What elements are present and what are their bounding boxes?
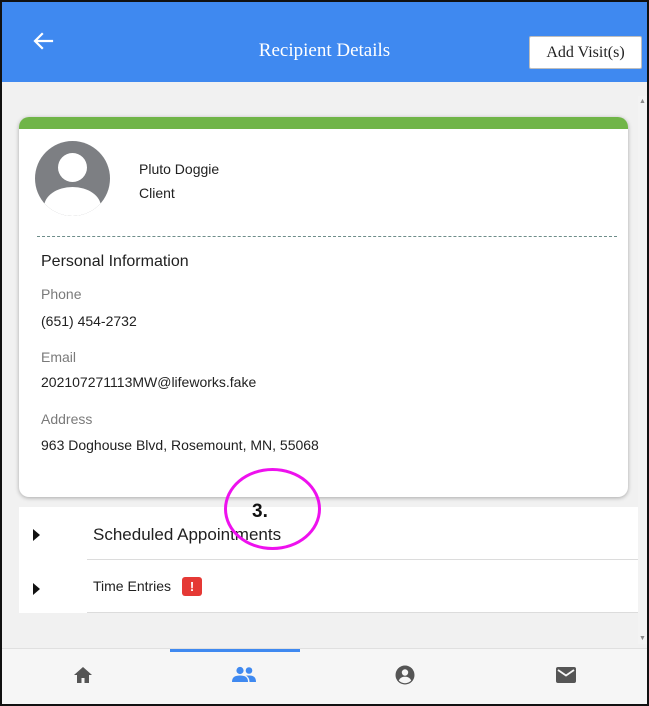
bottom-nav bbox=[2, 648, 647, 704]
scroll-down-icon[interactable]: ▼ bbox=[639, 635, 646, 642]
phone-label: Phone bbox=[41, 286, 82, 302]
annotation-label: 3. bbox=[252, 501, 268, 522]
home-icon bbox=[73, 666, 93, 689]
address-label: Address bbox=[41, 411, 93, 427]
scroll-up-icon[interactable]: ▲ bbox=[639, 98, 646, 105]
nav-people[interactable] bbox=[163, 649, 324, 704]
scheduled-appointments-row[interactable]: Scheduled Appointments bbox=[19, 507, 638, 559]
card-accent-bar bbox=[19, 117, 628, 129]
personal-info-heading: Personal Information bbox=[41, 253, 189, 270]
app-header: Recipient Details Add Visit(s) bbox=[2, 2, 647, 82]
annotation-circle bbox=[224, 468, 321, 550]
time-entries-label[interactable]: Time Entries bbox=[93, 578, 171, 594]
recipient-card: Pluto Doggie Client Personal Information… bbox=[19, 117, 628, 497]
mail-icon bbox=[555, 666, 576, 688]
time-entries-row[interactable]: Time Entries ! bbox=[19, 560, 638, 612]
nav-account[interactable] bbox=[324, 649, 485, 704]
nav-mail[interactable] bbox=[485, 649, 646, 704]
accordion-panel: Scheduled Appointments Time Entries ! bbox=[19, 507, 638, 613]
content-scroll-area[interactable]: Pluto Doggie Client Personal Information… bbox=[2, 82, 647, 648]
section-divider bbox=[37, 236, 617, 237]
avatar bbox=[35, 141, 110, 216]
account-circle-icon bbox=[395, 665, 415, 690]
add-visit-button[interactable]: Add Visit(s) bbox=[529, 36, 642, 69]
accordion-divider bbox=[87, 612, 638, 613]
email-label: Email bbox=[41, 349, 77, 365]
expand-arrow-icon[interactable] bbox=[33, 583, 40, 595]
alert-badge: ! bbox=[182, 577, 202, 596]
recipient-name: Pluto Doggie bbox=[139, 161, 220, 177]
scrollbar[interactable]: ▲ ▼ bbox=[638, 96, 647, 644]
address-value: 963 Doghouse Blvd, Rosemount, MN, 55068 bbox=[41, 437, 319, 453]
expand-arrow-icon[interactable] bbox=[33, 529, 40, 541]
email-value: 202107271113MW@lifeworks.fake bbox=[41, 374, 257, 390]
app-frame: Recipient Details Add Visit(s) Pluto Dog… bbox=[0, 0, 649, 706]
nav-home[interactable] bbox=[2, 649, 163, 704]
recipient-role: Client bbox=[139, 185, 175, 201]
people-icon bbox=[231, 666, 257, 689]
phone-value: (651) 454-2732 bbox=[41, 313, 137, 329]
